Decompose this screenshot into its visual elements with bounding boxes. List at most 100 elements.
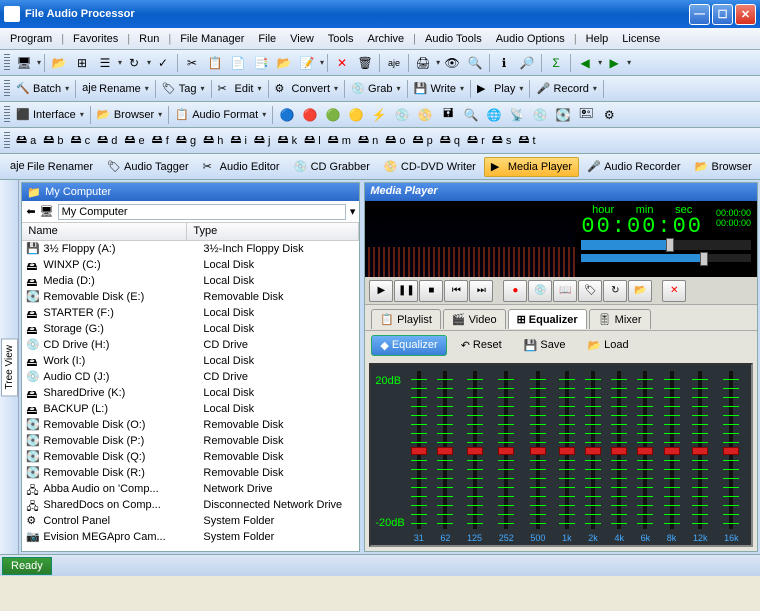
file-row[interactable]: 🖴WINXP (C:)Local Disk — [22, 257, 359, 273]
file-row[interactable]: 🖴Media (D:)Local Disk — [22, 273, 359, 289]
tag-button[interactable]: 🏷 — [578, 280, 602, 302]
drive-n[interactable]: 🖴n — [355, 131, 381, 150]
format-icon[interactable]: 📀 — [414, 104, 436, 126]
drive-o[interactable]: 🖴o — [382, 131, 408, 150]
eq-thumb[interactable] — [585, 447, 601, 455]
format-icon[interactable]: 🖬 — [437, 104, 459, 126]
eq-reset-button[interactable]: ↶Reset — [453, 336, 510, 355]
file-row[interactable]: 💾3½ Floppy (A:)3½-Inch Floppy Disk — [22, 241, 359, 257]
eq-thumb[interactable] — [498, 447, 514, 455]
format-icon[interactable]: 🌐 — [483, 104, 505, 126]
format-icon[interactable]: 📡 — [506, 104, 528, 126]
tb-write[interactable]: 💾Write▾ — [411, 82, 467, 96]
eq-slider-31[interactable] — [417, 371, 421, 529]
func-audio-editor[interactable]: ✂Audio Editor — [197, 158, 286, 176]
eq-thumb[interactable] — [637, 447, 653, 455]
file-row[interactable]: 💽Removable Disk (P:)Removable Disk — [22, 433, 359, 449]
eq-thumb[interactable] — [692, 447, 708, 455]
pause-button[interactable]: ❚❚ — [394, 280, 418, 302]
eq-slider-6k[interactable] — [643, 371, 647, 529]
list-icon[interactable]: ☰ — [94, 52, 116, 74]
book-button[interactable]: 📖 — [553, 280, 577, 302]
eq-slider-252[interactable] — [504, 371, 508, 529]
next-button[interactable]: ⏭ — [469, 280, 493, 302]
info-icon[interactable]: ℹ — [493, 52, 515, 74]
tree-icon[interactable]: ⊞ — [71, 52, 93, 74]
file-row[interactable]: 💽Removable Disk (E:)Removable Disk — [22, 289, 359, 305]
eq-slider-125[interactable] — [473, 371, 477, 529]
fwd-icon[interactable]: ▶ — [603, 52, 625, 74]
eq-slider-2k[interactable] — [591, 371, 595, 529]
maximize-button[interactable]: ☐ — [712, 4, 733, 25]
drive-s[interactable]: 🖴s — [489, 131, 515, 150]
tb-tag[interactable]: 🏷Tag▾ — [159, 82, 208, 96]
copy-icon[interactable]: 📋 — [204, 52, 226, 74]
props-icon[interactable]: 📝 — [296, 52, 318, 74]
find-icon[interactable]: 🔍 — [464, 52, 486, 74]
toolbar-handle[interactable] — [4, 106, 10, 124]
format-icon[interactable]: 🖭 — [575, 104, 597, 126]
tb-audio-format[interactable]: 📋Audio Format▾ — [172, 108, 269, 122]
menu-view[interactable]: View — [284, 31, 320, 47]
drive-m[interactable]: 🖴m — [325, 131, 354, 150]
cut-icon[interactable]: ✂ — [181, 52, 203, 74]
format-icon[interactable]: 🔍 — [460, 104, 482, 126]
eq-thumb[interactable] — [611, 447, 627, 455]
tb-edit[interactable]: ✂Edit▾ — [215, 82, 265, 96]
menu-help[interactable]: Help — [580, 31, 615, 47]
menu-audio-options[interactable]: Audio Options — [490, 31, 571, 47]
eq-thumb[interactable] — [559, 447, 575, 455]
open-button[interactable]: 📂 — [628, 280, 652, 302]
drive-c[interactable]: 🖴c — [68, 131, 94, 150]
func-cd-grabber[interactable]: 💿CD Grabber — [288, 158, 376, 176]
file-row[interactable]: 💽Removable Disk (O:)Removable Disk — [22, 417, 359, 433]
side-tab-tree[interactable]: Tree View — [0, 180, 19, 554]
drive-j[interactable]: 🖴j — [251, 131, 274, 150]
menu-file-manager[interactable]: File Manager — [174, 31, 250, 47]
file-row[interactable]: 🖴Work (I:)Local Disk — [22, 353, 359, 369]
drive-t[interactable]: 🖴t — [515, 131, 538, 150]
eq-thumb[interactable] — [411, 447, 427, 455]
drive-p[interactable]: 🖴p — [409, 131, 435, 150]
eq-slider-12k[interactable] — [698, 371, 702, 529]
format-icon[interactable]: 💿 — [391, 104, 413, 126]
eq-thumb[interactable] — [723, 447, 739, 455]
format-icon[interactable]: ⚡ — [368, 104, 390, 126]
paste-icon[interactable]: 📄 — [227, 52, 249, 74]
func-file-renamer[interactable]: ajeFile Renamer — [4, 158, 99, 176]
tb-convert[interactable]: ⚙Convert▾ — [272, 82, 342, 96]
file-row[interactable]: 🖧SharedDocs on Comp...Disconnected Netwo… — [22, 497, 359, 513]
file-row[interactable]: 💿Audio CD (J:)CD Drive — [22, 369, 359, 385]
volume-slider[interactable] — [581, 254, 751, 262]
repeat-button[interactable]: ↻ — [603, 280, 627, 302]
format-icon[interactable]: 💽 — [552, 104, 574, 126]
file-row[interactable]: 🖴Storage (G:)Local Disk — [22, 321, 359, 337]
copy2-icon[interactable]: 📑 — [250, 52, 272, 74]
func-browser[interactable]: 📂Browser — [689, 158, 758, 176]
computer-icon[interactable]: 🖥 — [13, 52, 35, 74]
file-list[interactable]: 💾3½ Floppy (A:)3½-Inch Floppy Disk🖴WINXP… — [22, 241, 359, 551]
file-row[interactable]: 💽Removable Disk (Q:)Removable Disk — [22, 449, 359, 465]
func-media-player[interactable]: ▶Media Player — [484, 157, 579, 177]
view-icon[interactable]: 👁 — [441, 52, 463, 74]
eq-slider-8k[interactable] — [670, 371, 674, 529]
col-name[interactable]: Name — [22, 223, 187, 240]
file-row[interactable]: 🖴BACKUP (L:)Local Disk — [22, 401, 359, 417]
path-input[interactable] — [58, 204, 346, 220]
delete-icon[interactable]: ✕ — [331, 52, 353, 74]
drive-e[interactable]: 🖴e — [121, 131, 147, 150]
tab-mixer[interactable]: 🎚Mixer — [589, 309, 651, 329]
drive-k[interactable]: 🖴k — [274, 131, 300, 150]
file-row[interactable]: 🖴STARTER (F:)Local Disk — [22, 305, 359, 321]
eq-load-button[interactable]: 📂Load — [579, 336, 636, 355]
func-audio-recorder[interactable]: 🎤Audio Recorder — [581, 158, 686, 176]
drive-l[interactable]: 🖴l — [301, 131, 324, 150]
tb-grab[interactable]: 💿Grab▾ — [348, 82, 403, 96]
stop-button[interactable]: ■ — [419, 280, 443, 302]
eq-thumb[interactable] — [664, 447, 680, 455]
back-icon[interactable]: ◀ — [574, 52, 596, 74]
eq-slider-62[interactable] — [443, 371, 447, 529]
minimize-button[interactable]: — — [689, 4, 710, 25]
drive-h[interactable]: 🖴h — [200, 131, 226, 150]
close-button[interactable]: ✕ — [735, 4, 756, 25]
